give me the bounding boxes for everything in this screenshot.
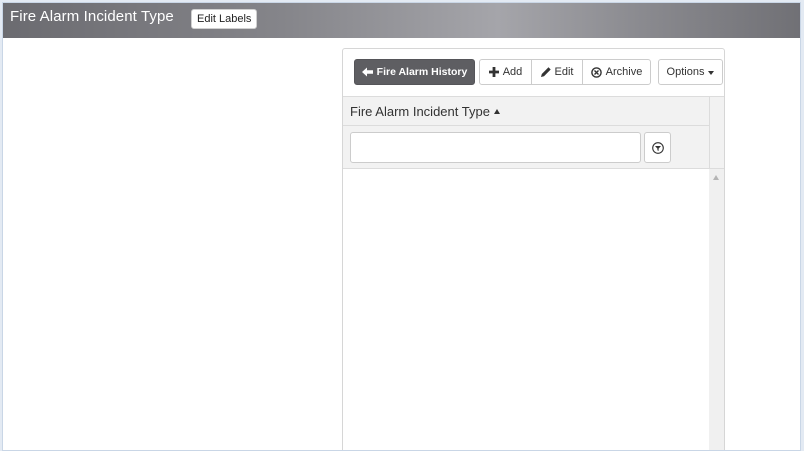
column-header-label: Fire Alarm Incident Type bbox=[350, 104, 490, 119]
arrow-left-icon bbox=[361, 67, 373, 77]
caret-down-icon bbox=[708, 71, 715, 75]
grid-body bbox=[343, 169, 709, 450]
fire-alarm-history-button[interactable]: Fire Alarm History bbox=[354, 59, 475, 85]
archive-button-label: Archive bbox=[605, 66, 643, 78]
filter-button[interactable] bbox=[644, 132, 671, 163]
archive-button[interactable]: Archive bbox=[582, 59, 651, 85]
history-button-label: Fire Alarm History bbox=[376, 66, 468, 78]
plus-icon bbox=[488, 67, 499, 77]
app-window: Fire Alarm Incident Type Edit Labels Fir… bbox=[2, 2, 801, 451]
add-button[interactable]: Add bbox=[479, 59, 532, 85]
vertical-scrollbar[interactable] bbox=[709, 169, 724, 450]
scroll-up-arrow-icon[interactable] bbox=[713, 175, 719, 180]
header-scroll-spacer bbox=[709, 97, 724, 169]
grid-header: Fire Alarm Incident Type bbox=[343, 97, 709, 169]
edit-button[interactable]: Edit bbox=[531, 59, 583, 85]
pencil-icon bbox=[540, 67, 551, 77]
edit-button-label: Edit bbox=[554, 66, 574, 78]
edit-labels-button[interactable]: Edit Labels bbox=[191, 9, 258, 29]
circle-x-icon bbox=[590, 66, 602, 78]
column-filter-input[interactable] bbox=[350, 132, 641, 163]
page-header: Fire Alarm Incident Type Edit Labels bbox=[3, 3, 800, 38]
grid-panel: Fire Alarm History Add Edit Archive Opti… bbox=[342, 48, 725, 450]
funnel-icon bbox=[651, 141, 664, 154]
add-button-label: Add bbox=[502, 66, 523, 78]
sort-up-icon bbox=[493, 109, 500, 114]
options-dropdown[interactable]: Options bbox=[658, 59, 723, 85]
data-grid: Fire Alarm Incident Type bbox=[343, 96, 724, 450]
grid-toolbar: Fire Alarm History Add Edit Archive Opti… bbox=[343, 49, 724, 96]
column-header-incident-type[interactable]: Fire Alarm Incident Type bbox=[350, 104, 500, 119]
header-divider bbox=[343, 125, 709, 126]
page-title: Fire Alarm Incident Type bbox=[10, 8, 174, 25]
options-button-label: Options bbox=[666, 66, 705, 78]
